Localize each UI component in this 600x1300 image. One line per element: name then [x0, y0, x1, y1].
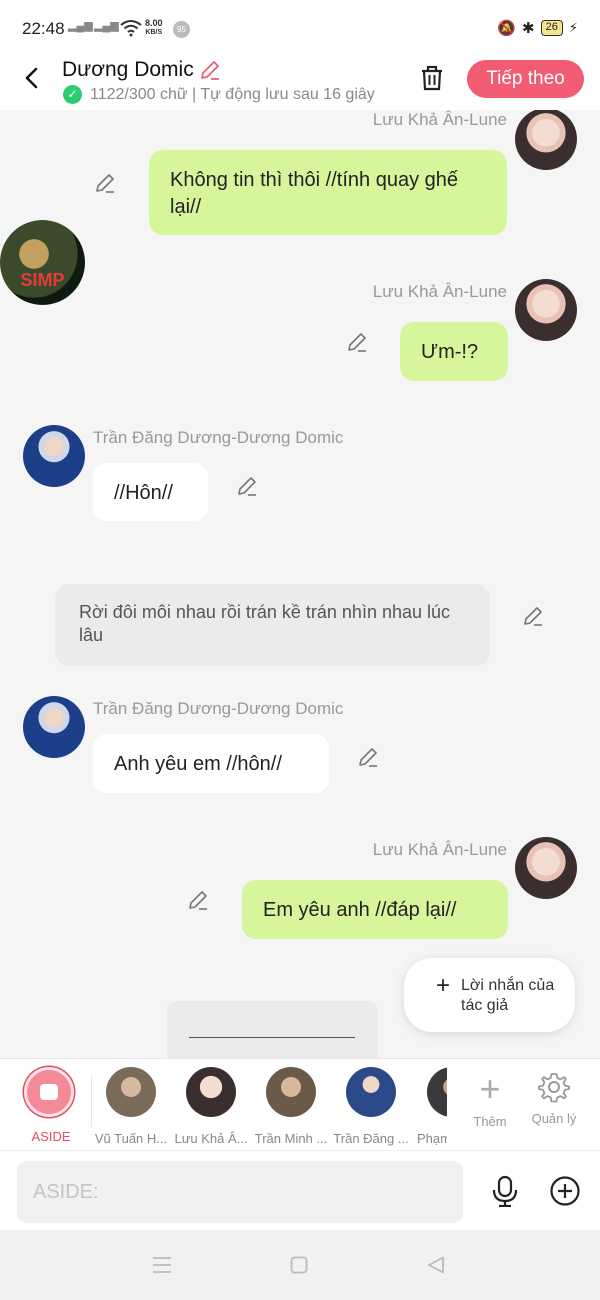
- check-icon: ✓: [63, 85, 82, 104]
- plus-icon: +: [479, 1068, 501, 1109]
- message-bubble[interactable]: //Hôn//: [93, 463, 208, 521]
- character-item[interactable]: Lưu Khả Â...: [171, 1067, 251, 1146]
- pencil-icon[interactable]: [235, 474, 259, 498]
- avatar-lune[interactable]: [515, 110, 577, 170]
- avatar: [427, 1067, 447, 1117]
- add-circle-icon[interactable]: [549, 1175, 581, 1207]
- add-character-button[interactable]: + Thêm: [470, 1068, 510, 1130]
- avatar-lune[interactable]: [515, 279, 577, 341]
- message-bubble[interactable]: Không tin thì thôi //tính quay ghế lại//: [149, 150, 507, 235]
- avatar: [186, 1067, 236, 1117]
- pencil-icon[interactable]: [356, 745, 380, 769]
- signal-icon: ▂▄▆: [68, 20, 93, 32]
- avatar-lune[interactable]: [515, 837, 577, 899]
- mute-icon: 🔕: [497, 20, 517, 37]
- avatar: [266, 1067, 316, 1117]
- message-input[interactable]: [17, 1161, 463, 1223]
- avatar-duong[interactable]: [23, 696, 85, 758]
- avatar-duong[interactable]: [23, 425, 85, 487]
- wifi-icon: [120, 20, 142, 37]
- battery-icon: 26: [540, 20, 563, 36]
- character-item[interactable]: Trần Đăng ...: [331, 1067, 411, 1146]
- pencil-icon[interactable]: [521, 604, 545, 628]
- character-item[interactable]: Phạm: [411, 1067, 447, 1146]
- trash-icon[interactable]: [417, 63, 447, 93]
- notification-badge: 95: [173, 21, 190, 38]
- net-speed: 8.00 KB/S: [145, 18, 163, 37]
- avatar-simp[interactable]: SIMP: [0, 220, 85, 305]
- back-nav-icon[interactable]: [427, 1256, 445, 1274]
- narration-bubble[interactable]: Rời đôi môi nhau rồi trán kề trán nhìn n…: [55, 584, 490, 666]
- home-icon[interactable]: [290, 1256, 308, 1274]
- title-row: Dương Domic: [62, 58, 222, 82]
- plus-icon: +: [436, 972, 451, 999]
- pencil-icon[interactable]: [345, 330, 369, 354]
- microphone-icon[interactable]: [490, 1175, 520, 1207]
- sender-name: Lưu Khả Ân-Lune: [372, 110, 507, 129]
- header: Dương Domic ✓ 1122/300 chữ | Tự động lưu…: [0, 56, 600, 110]
- manage-characters-button[interactable]: Quản lý: [530, 1071, 578, 1126]
- back-icon[interactable]: [18, 64, 46, 92]
- sender-name: Lưu Khả Ân-Lune: [372, 840, 507, 859]
- character-bar: ASIDE Vũ Tuấn H... Lưu Khả Â... Trần Min…: [0, 1058, 600, 1150]
- edit-title-icon[interactable]: [198, 58, 222, 82]
- status-right-icons: 🔕 ✱ 26 ⚡: [497, 19, 578, 37]
- word-count-status: 1122/300 chữ | Tự động lưu sau 16 giây: [90, 85, 375, 103]
- aside-icon: [24, 1067, 74, 1117]
- message-bubble[interactable]: Anh yêu em //hôn//: [93, 734, 329, 793]
- sender-name: Trần Đăng Dương-Dương Domic: [93, 699, 344, 718]
- avatar: [106, 1067, 156, 1117]
- character-item[interactable]: Vũ Tuấn H...: [91, 1067, 171, 1146]
- status-time: 22:48: [22, 19, 65, 38]
- message-bubble[interactable]: Ưm-!?: [400, 322, 508, 381]
- character-item[interactable]: Trần Minh ...: [251, 1067, 331, 1146]
- sender-name: Lưu Khả Ân-Lune: [372, 282, 507, 301]
- page-title[interactable]: Dương Domic: [62, 58, 194, 82]
- charging-icon: ⚡: [568, 20, 578, 35]
- sender-name: Trần Đăng Dương-Dương Domic: [93, 428, 344, 447]
- draft-bubble[interactable]: [167, 1001, 378, 1058]
- input-bar: [0, 1150, 600, 1230]
- character-aside[interactable]: ASIDE: [24, 1067, 78, 1144]
- signal-icon-2: ▂▄▆: [94, 20, 119, 32]
- author-note-label: Lời nhắn của tác giả: [461, 977, 555, 1014]
- pencil-icon[interactable]: [93, 171, 117, 195]
- bluetooth-icon: ✱: [522, 20, 535, 37]
- avatar: [346, 1067, 396, 1117]
- chat-area[interactable]: Lưu Khả Ân-Lune Không tin thì thôi //tín…: [0, 110, 600, 1058]
- gear-icon: [538, 1073, 570, 1103]
- autosave-status: ✓ 1122/300 chữ | Tự động lưu sau 16 giây: [63, 85, 375, 104]
- status-bar: 22:48 ▂▄▆ ▂▄▆ 8.00 KB/S 95 🔕 ✱ 26 ⚡: [0, 0, 600, 56]
- system-nav-bar: [0, 1230, 600, 1300]
- message-bubble[interactable]: Em yêu anh //đáp lại//: [242, 880, 508, 939]
- menu-icon[interactable]: [152, 1256, 172, 1274]
- author-note-button[interactable]: + Lời nhắn của tác giả: [404, 958, 575, 1032]
- next-button[interactable]: Tiếp theo: [467, 60, 584, 98]
- pencil-icon[interactable]: [186, 888, 210, 912]
